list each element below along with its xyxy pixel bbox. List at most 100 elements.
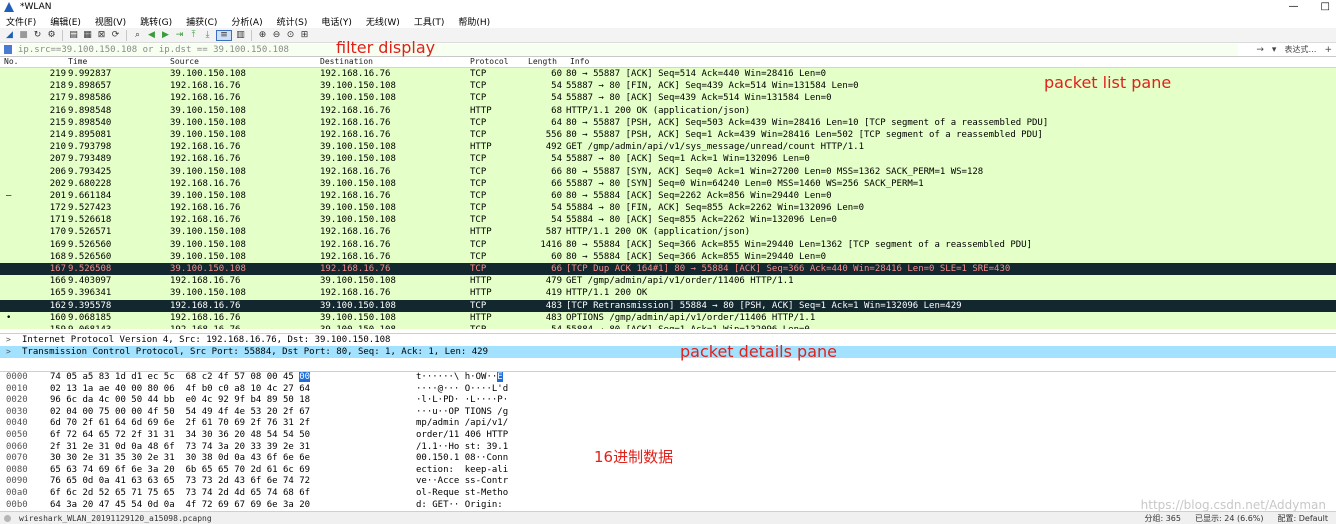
menu-item[interactable]: 跳转(G) xyxy=(140,15,172,28)
packet-row[interactable]: 202 9.680228 192.168.16.76 39.100.150.108 TC… xyxy=(0,177,1336,190)
shark-fin-start-icon[interactable]: ◢ xyxy=(4,30,15,41)
col-destination-header[interactable]: Destination xyxy=(320,57,373,66)
profile-label[interactable]: 配置: Default xyxy=(1278,513,1328,524)
normal-size-icon[interactable]: ⊙ xyxy=(285,30,296,41)
close-file-icon[interactable]: ⊠ xyxy=(96,30,107,41)
hex-bytes[interactable]: 02 13 1a ae 40 00 80 06 4f b0 c0 a8 10 4… xyxy=(50,384,310,396)
hex-bytes[interactable]: 74 05 a5 83 1d d1 ec 5c 68 c2 4f 57 08 0… xyxy=(50,372,311,384)
display-filter-input[interactable] xyxy=(16,43,1238,56)
menu-item[interactable]: 编辑(E) xyxy=(50,15,81,28)
hex-ascii[interactable]: d: GET·· Origin: xyxy=(416,500,508,511)
hex-bytes[interactable]: 76 65 0d 0a 41 63 63 65 73 73 2d 43 6f 6… xyxy=(50,476,310,488)
hex-bytes[interactable]: 6d 70 2f 61 64 6d 69 6e 2f 61 70 69 2f 7… xyxy=(50,418,310,430)
packet-len-cell: 66 xyxy=(551,178,562,189)
col-length-header[interactable]: Length xyxy=(528,57,557,66)
packet-row[interactable]: 215 9.898540 39.100.150.108 192.168.16.76 TC… xyxy=(0,116,1336,129)
packet-row[interactable]: 171 9.526618 192.168.16.76 39.100.150.108 TC… xyxy=(0,214,1336,227)
options-gear-icon[interactable]: ⚙ xyxy=(46,30,57,41)
detail-tree-row[interactable]: > Transmission Control Protocol, Src Port… xyxy=(0,346,1336,358)
filter-bookmark-icon[interactable] xyxy=(4,45,12,54)
packet-row[interactable]: 206 9.793425 39.100.150.108 192.168.16.76 TC… xyxy=(0,165,1336,178)
menu-item[interactable]: 帮助(H) xyxy=(458,15,490,28)
colorize-icon[interactable]: ▥ xyxy=(235,30,246,41)
hex-ascii[interactable]: order/11 406 HTTP xyxy=(416,430,508,442)
menu-item[interactable]: 无线(W) xyxy=(366,15,400,28)
hex-ascii[interactable]: ection: keep-ali xyxy=(416,465,508,477)
hex-ascii[interactable]: mp/admin /api/v1/ xyxy=(416,418,508,430)
packet-row[interactable]: 168 9.526560 39.100.150.108 192.168.16.76 TC… xyxy=(0,250,1336,263)
col-protocol-header[interactable]: Protocol xyxy=(470,57,509,66)
hex-ascii[interactable]: t······\ h·OW··E xyxy=(416,372,503,384)
last-packet-icon[interactable]: ⤓ xyxy=(202,30,213,41)
menu-item[interactable]: 电话(Y) xyxy=(321,15,352,28)
packet-row[interactable]: 216 9.898548 39.100.150.108 192.168.16.76 HT… xyxy=(0,104,1336,117)
stop-square-icon[interactable]: ■ xyxy=(18,30,29,41)
hex-ascii[interactable]: /1.1··Ho st: 39.1 xyxy=(416,442,508,454)
hex-ascii[interactable]: ···u··OP TIONS /g xyxy=(416,407,508,419)
menu-item[interactable]: 分析(A) xyxy=(231,15,262,28)
packet-row[interactable]: 162 9.395578 192.168.16.76 39.100.150.108 TC… xyxy=(0,299,1336,312)
packet-row[interactable]: 214 9.895081 39.100.150.108 192.168.16.76 TC… xyxy=(0,128,1336,142)
minimize-button[interactable]: — xyxy=(1289,1,1299,12)
maximize-button[interactable]: □ xyxy=(1321,1,1330,12)
hex-bytes[interactable]: 96 6c da 4c 00 50 44 bb e0 4c 92 9f b4 8… xyxy=(50,395,310,407)
restart-icon[interactable]: ↻ xyxy=(32,30,43,41)
open-folder-icon[interactable]: ▤ xyxy=(68,30,79,41)
hex-ascii[interactable]: ve··Acce ss-Contr xyxy=(416,476,508,488)
menu-item[interactable]: 视图(V) xyxy=(95,15,126,28)
packet-row[interactable]: 1599.068143 192.168.16.76 39.100.150.108 TC… xyxy=(0,323,1336,329)
save-file-icon[interactable]: ▦ xyxy=(82,30,93,41)
packet-row[interactable]: — 201 9.661184 39.100.150.108 192.168.16.76 T… xyxy=(0,189,1336,203)
hex-ascii[interactable]: ol-Reque st-Metho xyxy=(416,488,508,500)
col-source-header[interactable]: Source xyxy=(170,57,199,66)
zoom-in-icon[interactable]: ⊕ xyxy=(257,30,268,41)
packet-row[interactable]: • 160 9.068185 192.168.16.76 39.100.150.108 H… xyxy=(0,311,1336,324)
hex-bytes[interactable]: 6f 6c 2d 52 65 71 75 65 73 74 2d 4d 65 7… xyxy=(50,488,310,500)
first-packet-icon[interactable]: ⤒ xyxy=(188,30,199,41)
hex-ascii[interactable]: 00.150.1 08··Conn xyxy=(416,453,508,465)
hex-bytes[interactable]: 02 04 00 75 00 00 4f 50 54 49 4f 4e 53 2… xyxy=(50,407,310,419)
packet-row[interactable]: 170 9.526571 39.100.150.108 192.168.16.76 HT… xyxy=(0,226,1336,239)
hex-bytes[interactable]: 30 30 2e 31 35 30 2e 31 30 38 0d 0a 43 6… xyxy=(50,453,310,465)
zoom-out-icon[interactable]: ⊖ xyxy=(271,30,282,41)
packet-row[interactable]: 167 9.526508 39.100.150.108 192.168.16.76 TC… xyxy=(0,263,1336,276)
hex-bytes[interactable]: 64 3a 20 47 45 54 0d 0a 4f 72 69 67 69 6… xyxy=(50,500,310,511)
menu-item[interactable]: 捕获(C) xyxy=(186,15,217,28)
hex-ascii[interactable]: ····@··· O····L'd xyxy=(416,384,508,396)
add-filter-button[interactable]: + xyxy=(1324,45,1332,55)
detail-tree-row[interactable]: > Internet Protocol Version 4, Src: 192.1… xyxy=(0,334,1336,346)
filter-dropdown-icon[interactable]: ▾ xyxy=(1272,45,1277,55)
expand-chevron-icon[interactable]: > xyxy=(6,334,14,346)
expand-chevron-icon[interactable]: > xyxy=(6,346,14,358)
autoscroll-icon[interactable]: ≡ xyxy=(216,29,232,41)
menu-item[interactable]: 工具(T) xyxy=(414,15,445,28)
reload-icon[interactable]: ⟳ xyxy=(110,30,121,41)
find-magnifier-icon[interactable]: ⌕ xyxy=(132,30,143,41)
menu-item[interactable]: 文件(F) xyxy=(6,15,36,28)
packet-row[interactable]: 166 9.403097 192.168.16.76 39.100.150.108 HT… xyxy=(0,275,1336,288)
forward-arrow-icon[interactable]: ▶ xyxy=(160,30,171,41)
packet-row[interactable]: 207 9.793489 192.168.16.76 39.100.150.108 TC… xyxy=(0,153,1336,166)
hex-byte-highlight[interactable]: 00 xyxy=(299,372,311,382)
expression-button[interactable]: 表达式… xyxy=(1284,44,1316,55)
hex-ascii-highlight[interactable]: E xyxy=(497,372,503,382)
col-info-header[interactable]: Info xyxy=(570,57,589,66)
packet-row[interactable]: 217 9.898586 192.168.16.76 39.100.150.108 TC… xyxy=(0,92,1336,105)
apply-filter-arrow-icon[interactable]: → xyxy=(1256,45,1264,55)
packet-row[interactable]: 169 9.526560 39.100.150.108 192.168.16.76 TC… xyxy=(0,238,1336,251)
packet-row[interactable]: 165 9.396341 39.100.150.108 192.168.16.76 HT… xyxy=(0,287,1336,300)
hex-row: 0090 76 65 0d 0a 41 63 63 65 73 73 2d 43 … xyxy=(0,476,1336,488)
hex-bytes[interactable]: 65 63 74 69 6f 6e 3a 20 6b 65 65 70 2d 6… xyxy=(50,465,310,477)
col-no-header[interactable]: No. xyxy=(4,57,18,66)
go-to-packet-icon[interactable]: ⇥ xyxy=(174,30,185,41)
packet-row[interactable]: 172 9.527423 192.168.16.76 39.100.150.108 TC… xyxy=(0,202,1336,215)
menu-item[interactable]: 统计(S) xyxy=(277,15,308,28)
back-arrow-icon[interactable]: ◀ xyxy=(146,30,157,41)
resize-columns-icon[interactable]: ⊞ xyxy=(299,30,310,41)
hex-ascii[interactable]: ·l·L·PD· ·L····P· xyxy=(416,395,508,407)
packet-row[interactable]: 210 9.793798 192.168.16.76 39.100.150.108 HT… xyxy=(0,141,1336,154)
col-time-header[interactable]: Time xyxy=(68,57,87,66)
hex-bytes[interactable]: 2f 31 2e 31 0d 0a 48 6f 73 74 3a 20 33 3… xyxy=(50,442,310,454)
hex-bytes[interactable]: 6f 72 64 65 72 2f 31 31 34 30 36 20 48 5… xyxy=(50,430,310,442)
capture-status-icon[interactable] xyxy=(4,514,11,522)
